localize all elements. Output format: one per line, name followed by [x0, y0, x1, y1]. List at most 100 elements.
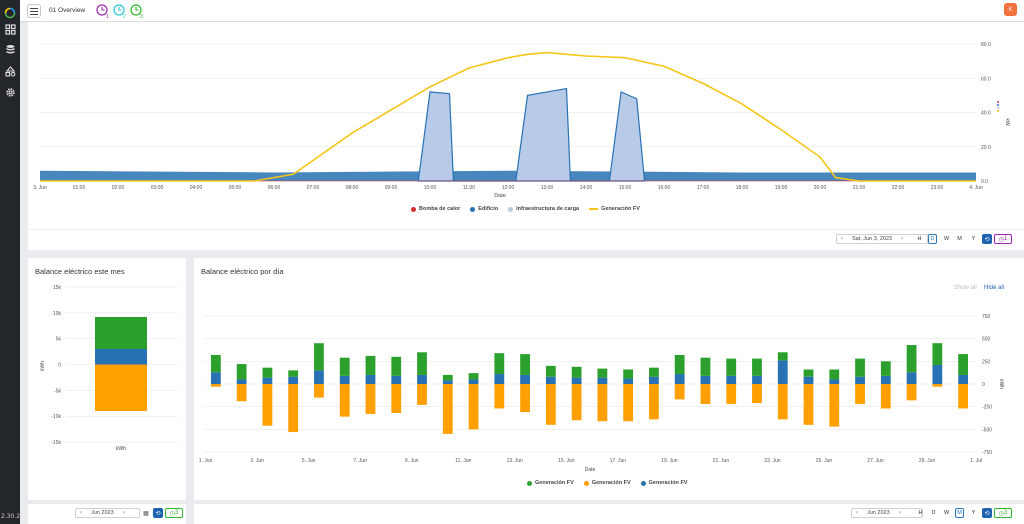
legend-label: Generación FV — [535, 480, 574, 486]
legend-marker — [589, 208, 599, 210]
x-tick-label: 13. Jun — [507, 458, 524, 464]
right-date-selector[interactable]: ‹ Jun 2023 › — [851, 508, 923, 518]
bar-segment — [391, 375, 402, 384]
reset-button[interactable]: ⟲ — [982, 508, 992, 518]
period-button-d[interactable]: D — [928, 234, 937, 244]
menu-button[interactable] — [27, 4, 41, 18]
bar-segment — [417, 384, 427, 405]
bar-segment — [752, 358, 762, 376]
period-button-m[interactable]: M — [955, 508, 964, 518]
period-button-h[interactable]: H — [915, 234, 924, 244]
reset-button[interactable]: ⟲ — [982, 234, 992, 244]
period-button-m[interactable]: M — [955, 234, 964, 244]
bar-segment — [571, 384, 582, 421]
legend-item-charging[interactable]: Infraestructura de carga — [508, 206, 579, 212]
bar-segment — [958, 354, 969, 375]
calendar-button[interactable]: ▦ — [141, 508, 151, 518]
next-arrow-icon[interactable]: › — [119, 510, 129, 516]
bar-segment — [880, 375, 891, 384]
page-title: 01 Overview — [49, 7, 86, 14]
y-tick-label: 20.0 — [981, 145, 991, 151]
sidebar: 2.30.2 — [0, 0, 20, 524]
bar-segment — [339, 375, 350, 384]
logo-icon[interactable] — [3, 6, 17, 20]
period-button-y[interactable]: Y — [969, 508, 978, 518]
legend-marker — [470, 206, 476, 212]
bar-segment — [700, 375, 711, 384]
left-status-button[interactable]: ◷ 3 — [165, 508, 183, 518]
version-label: 2.30.2 — [1, 513, 21, 520]
y-tick-label: -250 — [982, 405, 992, 411]
x-tick-label: 05:00 — [229, 185, 242, 191]
status-indicator-2[interactable]: 2 — [112, 3, 128, 20]
legend-item-building[interactable]: Edificio — [470, 206, 498, 212]
dashboard-icon[interactable] — [3, 22, 17, 36]
right-status-button[interactable]: ◷ 3 — [994, 508, 1012, 518]
reset-button[interactable]: ⟲ — [153, 508, 163, 518]
left-panel-footer: ‹ Jun 2023 › ▦ ⟲ ◷ 3 — [28, 504, 186, 524]
undo-icon: ⟲ — [984, 510, 990, 517]
bar-segment — [339, 384, 350, 417]
x-tick-label: 13:00 — [541, 185, 554, 191]
bar-segment — [262, 367, 273, 378]
series-line-pv — [40, 51, 976, 182]
y-tick-label: -750 — [982, 450, 992, 456]
y-axis-label: kW — [1004, 118, 1010, 126]
period-button-w[interactable]: W — [942, 234, 951, 244]
bar-segment — [649, 384, 659, 420]
legend-marker — [640, 480, 646, 486]
bar-segment — [442, 384, 453, 434]
legend-label: Generación FV — [591, 480, 631, 486]
legend-label: Bomba de calor — [419, 206, 461, 212]
x-tick-label: 21. Jun — [713, 458, 730, 464]
legend-item-pv-orange[interactable]: Generación FV — [583, 480, 631, 486]
settings-icon[interactable] — [3, 85, 17, 99]
clock-status-icon: 1 — [96, 4, 109, 20]
bar-segment — [958, 374, 969, 384]
bar-segment — [700, 384, 711, 404]
legend-item-heat-pump[interactable]: Bomba de calor — [411, 206, 460, 212]
bar-segment — [210, 384, 221, 387]
monthly-balance-chart: 15k 10k 5k 0 -5k -10k -15k kWh kWh — [40, 285, 178, 452]
status-count: 3 — [140, 14, 143, 19]
bar-segment — [623, 384, 634, 422]
daily-balance-panel: Balance eléctrico por día Show all Hide … — [194, 258, 1024, 500]
bar-segment — [932, 364, 943, 384]
prev-arrow-icon[interactable]: ‹ — [837, 236, 847, 242]
avatar[interactable]: K — [1004, 3, 1017, 16]
bar-segment — [520, 384, 530, 413]
shapes-icon[interactable] — [3, 64, 17, 78]
period-button-d[interactable]: D — [929, 508, 938, 518]
period-button-w[interactable]: W — [942, 508, 951, 518]
x-tick-label: 1. Jul — [970, 458, 982, 464]
x-tick-label: 06:00 — [268, 185, 281, 191]
show-all-button[interactable]: Show all — [954, 285, 977, 291]
top-status-button[interactable]: ◷ 1 — [994, 234, 1012, 244]
bar-segment — [417, 374, 427, 384]
bar-segment — [726, 375, 737, 384]
x-tick-label: 11. Jun — [455, 458, 471, 464]
next-arrow-icon[interactable]: › — [897, 236, 907, 242]
bar-segment — [236, 384, 247, 402]
bar-segment — [468, 373, 479, 380]
database-icon[interactable] — [3, 42, 17, 56]
period-button-y[interactable]: Y — [969, 234, 978, 244]
left-date-selector[interactable]: ‹ Jun 2023 › — [75, 508, 140, 518]
bar-segment — [314, 370, 324, 384]
legend-item-pv[interactable]: Generación FV — [589, 206, 640, 212]
x-tick-label: 5. Jun — [302, 458, 316, 464]
period-button-h[interactable]: H — [916, 508, 925, 518]
bar-segment — [932, 343, 943, 365]
legend-item-pv-green[interactable]: Generación FV — [527, 480, 574, 486]
status-indicator-1[interactable]: 1 — [95, 3, 111, 20]
prev-arrow-icon[interactable]: ‹ — [76, 510, 86, 516]
next-arrow-icon[interactable]: › — [895, 510, 905, 516]
hide-all-button[interactable]: Hide all — [984, 285, 1004, 291]
prev-arrow-icon[interactable]: ‹ — [852, 510, 862, 516]
x-tick-label: 15:00 — [619, 185, 632, 191]
x-tick-label: 14:00 — [580, 185, 593, 191]
legend-item-pv-blue[interactable]: Generación FV — [640, 480, 687, 486]
status-indicator-3[interactable]: 3 — [129, 3, 145, 20]
x-tick-label: 9. Jun — [405, 458, 419, 464]
clock-status-icon: 3 — [130, 4, 143, 20]
